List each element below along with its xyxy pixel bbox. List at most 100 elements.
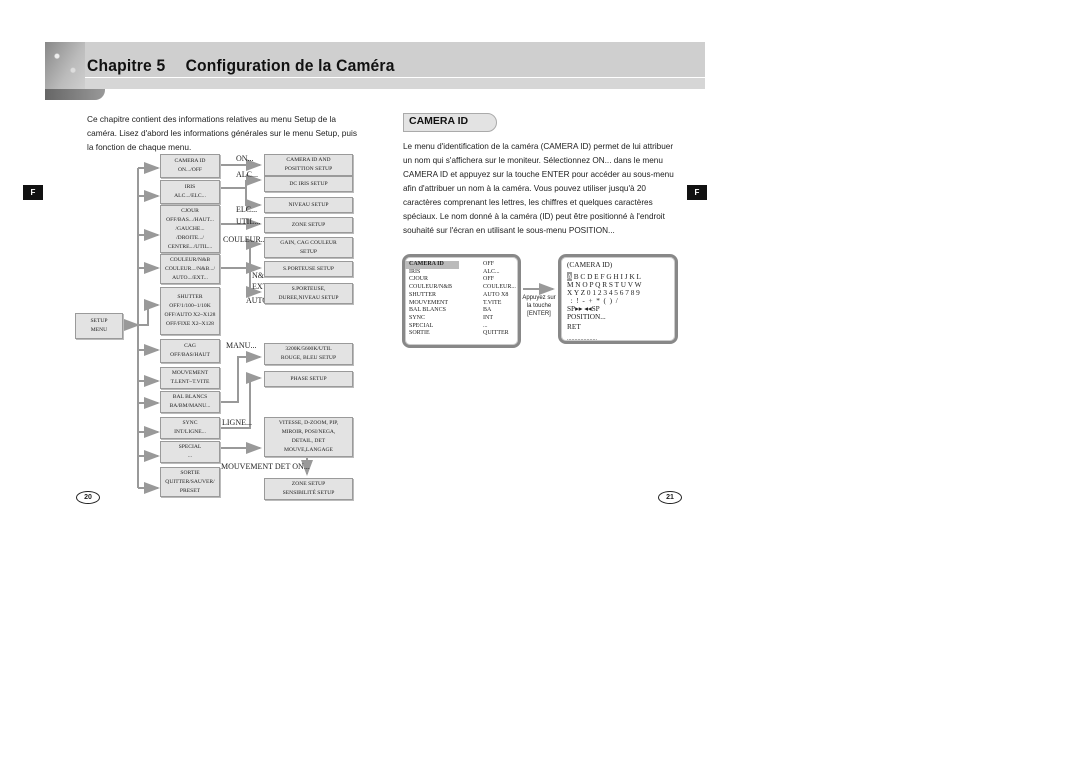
submenu-line: SETUP	[299, 248, 318, 255]
item-line: SPECIAL	[178, 444, 202, 450]
option-label-ligne: LIGNE...	[222, 418, 252, 427]
setup-menu-value: T.VITE	[483, 299, 502, 306]
setup-menu-rows: CAMERA ID OFF IRIS ALC... CJOUR OFF COULEUR/N&…	[405, 261, 518, 338]
menu-item-sortie: SORTIE QUITTER/SAUVER/ PRESET	[160, 467, 220, 497]
menu-item-cjour: CJOUR OFF/BAS.../HAUT... /GAUCHE... /DRO…	[160, 205, 220, 253]
setup-menu-value: BA	[483, 307, 492, 314]
page-number-right: 21	[658, 491, 682, 504]
submenu-line: MIROIR, POSI/NEGA,	[281, 429, 336, 435]
language-tab-right: F	[687, 185, 707, 200]
item-line: SYNC	[182, 420, 198, 426]
submenu-line: S.PORTEUSE SETUP	[283, 265, 334, 272]
item-line: T.LENT~T.VITE	[170, 379, 210, 385]
submenu-camera-id-position: CAMERA ID AND POSITTION SETUP	[264, 154, 353, 176]
item-line: BA/BM/MANU...	[169, 403, 211, 409]
camera-id-screen-title: (CAMERA ID)	[567, 260, 613, 269]
section-title: CAMERA ID	[409, 115, 469, 127]
submenu-line: GAIN, CAG COULEUR	[280, 239, 337, 246]
menu-item-sync: SYNC INT/LIGNE...	[160, 417, 220, 439]
setup-menu-row[interactable]: SYNC INT	[405, 315, 518, 323]
item-line: CAG	[184, 343, 196, 349]
item-line: CAMERA ID	[174, 158, 206, 164]
submenu-line: PHASE SETUP	[290, 375, 327, 382]
ret-option[interactable]: RET	[567, 323, 675, 331]
submenu-3200k: 3200K/5600K/UTIL ROUGE, BLEU SETUP	[264, 343, 353, 365]
item-line: OFF/FIXE X2~X128	[166, 321, 214, 327]
item-line: PRESET	[179, 487, 201, 494]
press-line: Appuyez sur	[522, 295, 556, 301]
setup-menu-row[interactable]: SORTIE QUITTER	[405, 330, 518, 338]
setup-menu-key: SORTIE	[409, 330, 430, 337]
option-label-couleur: COULEUR...	[223, 235, 267, 244]
submenu-line: NIVEAU SETUP	[288, 201, 329, 208]
setup-menu-key: BAL BLANCS	[409, 307, 446, 314]
menu-item-bal-blancs: BAL BLANCS BA/BM/MANU...	[160, 391, 220, 413]
item-line: BAL BLANCS	[172, 394, 208, 400]
menu-item-couleur-nb: COULEUR/N&B COULEUR.../N&B.../ AUTO.../E…	[160, 254, 220, 284]
setup-menu-row[interactable]: CAMERA ID OFF	[405, 261, 518, 269]
setup-menu-row[interactable]: SPECIAL...	[405, 323, 518, 331]
submenu-phase: PHASE SETUP	[264, 371, 353, 387]
page-number-left: 20	[76, 491, 100, 504]
setup-menu-key: SPECIAL	[409, 322, 434, 329]
submenu-vitesse: VITESSE, D-ZOOM, PIP, MIROIR, POSI/NEGA,…	[264, 417, 353, 457]
submenu-line: DUREE,NIVEAU SETUP	[278, 294, 339, 301]
setup-menu-key: SHUTTER	[409, 291, 436, 298]
setup-menu-key: CJOUR	[409, 276, 429, 283]
submenu-line: DC IRIS SETUP	[289, 180, 328, 187]
submenu-zone-sensibilite: ZONE SETUP SENSIBILITÉ SETUP	[264, 478, 353, 500]
item-line: IRIS	[184, 184, 196, 190]
item-line: /DROITE.../	[176, 234, 204, 241]
setup-menu-key: SYNC	[409, 314, 426, 321]
setup-menu-key: CAMERA ID	[405, 261, 459, 269]
setup-menu-value: ...	[483, 322, 488, 329]
root-line: SETUP	[90, 318, 108, 324]
item-line: OFF/AUTO X2~X128	[164, 312, 216, 318]
submenu-sporteuse-duree: S.PORTEUSE, DUREE,NIVEAU SETUP	[264, 283, 353, 304]
camera-name-field: ....................	[567, 336, 597, 342]
submenu-line: ROUGE, BLEU SETUP	[280, 355, 337, 361]
option-label-manu: MANU...	[226, 341, 257, 350]
menu-item-shutter: SHUTTER OFF/1/100~1/10K OFF/AUTO X2~X128…	[160, 287, 220, 335]
item-line: SHUTTER	[177, 294, 203, 300]
submenu-line: S.PORTEUSE,	[291, 285, 326, 292]
item-line: OFF/BAS/HAUT	[170, 352, 210, 358]
item-line: ALC.../ELC...	[174, 193, 206, 199]
camera-id-description: Le menu d'identification de la caméra (C…	[403, 142, 674, 235]
setup-menu-row[interactable]: BAL BLANCS BA	[405, 307, 518, 315]
menu-item-cag: CAG OFF/BAS/HAUT	[160, 339, 220, 363]
item-line: OFF/BAS.../HAUT...	[166, 216, 214, 223]
submenu-line: DETAIL, DET	[291, 438, 326, 444]
setup-menu-row[interactable]: SHUTTER AUTO X8	[405, 292, 518, 300]
press-enter-label: Appuyez sur la touche [ENTER]	[522, 294, 556, 318]
item-line: COULEUR/N&B	[169, 256, 211, 263]
submenu-line: CAMERA ID AND	[286, 157, 331, 163]
submenu-line: SENSIBILITÉ SETUP	[282, 490, 335, 496]
submenu-line: ZONE SETUP	[291, 481, 326, 487]
press-line: la touche	[526, 303, 552, 309]
setup-menu-row[interactable]: CJOUR OFF	[405, 276, 518, 284]
setup-menu-row[interactable]: IRIS ALC...	[405, 269, 518, 277]
setup-menu-root: SETUP MENU	[75, 313, 123, 339]
item-line: CJOUR	[181, 207, 199, 214]
setup-menu-screen: CAMERA ID OFF IRIS ALC... CJOUR OFF COULEUR/N&…	[402, 254, 521, 348]
item-line: QUITTER/SAUVER/	[165, 478, 215, 485]
item-line: AUTO.../EXT...	[172, 274, 208, 281]
option-label-mouvement-det: MOUVEMENT DET ON...	[221, 462, 310, 471]
menu-item-iris: IRIS ALC.../ELC...	[160, 180, 220, 204]
item-line: SORTIE	[180, 469, 200, 476]
item-line: OFF/1/100~1/10K	[169, 303, 211, 309]
setup-menu-key: MOUVEMENT	[409, 299, 448, 306]
item-line: /GAUCHE...	[175, 225, 205, 232]
press-line: [ENTER]	[527, 311, 551, 317]
setup-menu-value: COULEUR...	[483, 284, 516, 291]
setup-menu-value: QUITTER	[483, 330, 509, 337]
setup-menu-value: AUTO X8	[483, 291, 509, 298]
setup-menu-row[interactable]: MOUVEMENT T.VITE	[405, 300, 518, 308]
item-line: ON.../OFF	[177, 167, 203, 173]
setup-menu-value: OFF	[483, 276, 495, 283]
option-label-elc: ELC...	[236, 205, 258, 214]
submenu-line: 3200K/5600K/UTIL	[285, 346, 332, 352]
setup-menu-row[interactable]: COULEUR/N&B COULEUR...	[405, 284, 518, 292]
position-option[interactable]: POSITION...	[567, 313, 675, 321]
